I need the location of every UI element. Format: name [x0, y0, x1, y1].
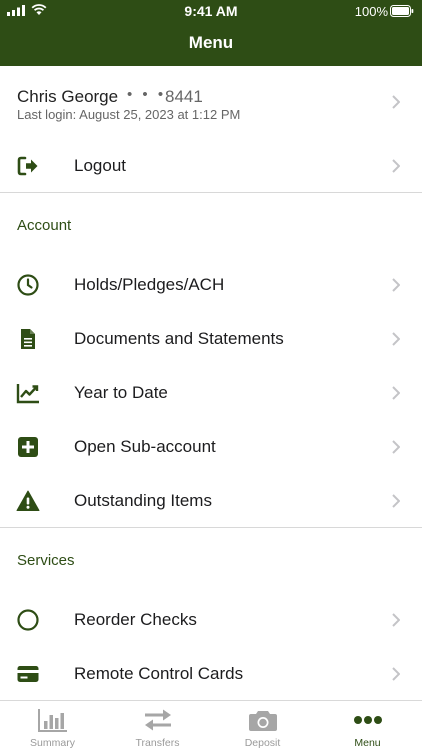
- chevron-right-icon: [392, 159, 400, 173]
- section-title-services: Services: [17, 552, 75, 569]
- warning-icon: [16, 490, 40, 511]
- menu-item-label: Holds/Pledges/ACH: [74, 275, 225, 294]
- tab-menu[interactable]: Menu: [315, 701, 420, 751]
- chevron-right-icon: [392, 386, 400, 400]
- clock-icon: [17, 274, 39, 296]
- last-login: Last login: August 25, 2023 at 1:12 PM: [17, 107, 241, 122]
- logout-label: Logout: [74, 156, 126, 175]
- chart-icon: [16, 384, 39, 404]
- plus-square-icon: [18, 437, 38, 457]
- menu-item-remote-control-cards[interactable]: Remote Control Cards: [0, 647, 422, 701]
- tab-summary[interactable]: Summary: [0, 701, 105, 751]
- battery-icon: [390, 5, 414, 17]
- tab-label: Transfers: [135, 737, 180, 749]
- tab-label: Summary: [30, 737, 75, 749]
- menu-item-holds[interactable]: Holds/Pledges/ACH: [0, 258, 422, 312]
- bar-chart-icon: [37, 709, 67, 732]
- divider: [0, 192, 422, 193]
- chevron-right-icon: [392, 440, 400, 454]
- tab-transfers[interactable]: Transfers: [105, 701, 210, 751]
- chevron-right-icon: [392, 613, 400, 627]
- logout-icon: [17, 156, 38, 176]
- account-suffix: 8441: [165, 87, 203, 106]
- chevron-right-icon: [392, 332, 400, 346]
- nav-bar: 9:41 AM 100% Menu: [0, 0, 422, 66]
- profile-row[interactable]: Chris George • • • 8441 Last login: Augu…: [0, 66, 422, 130]
- more-icon: [353, 716, 382, 724]
- menu-item-documents[interactable]: Documents and Statements: [0, 312, 422, 366]
- tab-deposit[interactable]: Deposit: [210, 701, 315, 751]
- transfer-icon: [144, 709, 171, 731]
- document-icon: [21, 329, 35, 349]
- section-title-account: Account: [17, 217, 72, 234]
- logout-row[interactable]: Logout: [0, 139, 422, 193]
- menu-item-label: Reorder Checks: [74, 610, 197, 629]
- menu-item-outstanding-items[interactable]: Outstanding Items: [0, 474, 422, 528]
- battery-percent: 100%: [354, 4, 388, 19]
- chevron-right-icon: [392, 95, 400, 109]
- tab-label: Menu: [354, 737, 381, 749]
- menu-item-year-to-date[interactable]: Year to Date: [0, 366, 422, 420]
- status-bar: 9:41 AM 100%: [0, 0, 422, 22]
- chevron-right-icon: [392, 278, 400, 292]
- user-name: Chris George: [17, 87, 119, 106]
- menu-item-open-sub-account[interactable]: Open Sub-account: [0, 420, 422, 474]
- page-title: Menu: [188, 33, 234, 52]
- tab-bar: Summary Transfers Deposit Menu: [0, 700, 422, 751]
- account-mask: • • •: [127, 86, 167, 103]
- menu-item-reorder-checks[interactable]: Reorder Checks: [0, 593, 422, 647]
- menu-item-label: Outstanding Items: [74, 491, 212, 510]
- tab-label: Deposit: [244, 737, 281, 749]
- menu-item-label: Open Sub-account: [74, 437, 216, 456]
- chevron-right-icon: [392, 494, 400, 508]
- menu-item-label: Remote Control Cards: [74, 664, 244, 683]
- circle-icon: [17, 609, 39, 631]
- camera-icon: [248, 711, 277, 731]
- chevron-right-icon: [392, 667, 400, 681]
- divider: [0, 527, 422, 528]
- card-icon: [17, 666, 39, 682]
- menu-item-label: Documents and Statements: [74, 329, 284, 348]
- menu-item-label: Year to Date: [74, 383, 168, 402]
